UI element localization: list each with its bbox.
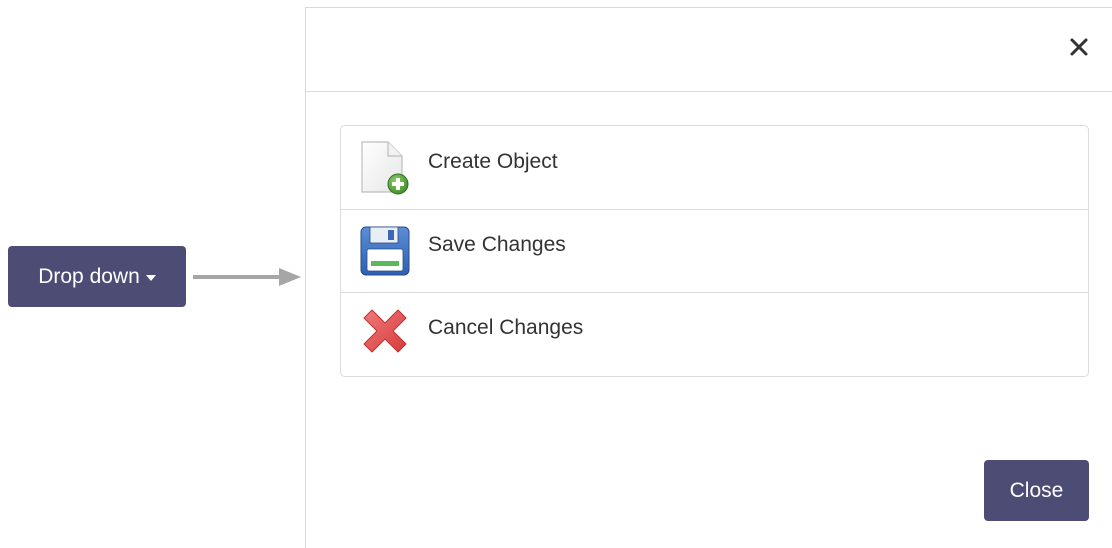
- close-button[interactable]: Close: [984, 460, 1089, 521]
- list-item-label: Create Object: [428, 149, 558, 173]
- dropdown-button[interactable]: Drop down: [8, 246, 186, 307]
- save-icon: [358, 223, 412, 279]
- create-object-icon: [358, 140, 412, 196]
- caret-down-icon: [145, 275, 156, 281]
- list-item-create-object[interactable]: Create Object: [341, 126, 1088, 209]
- modal-header: [306, 8, 1112, 92]
- dropdown-button-label: Drop down: [38, 264, 140, 288]
- list-item-label: Cancel Changes: [428, 316, 584, 339]
- stage: Drop down Create Object Save Changes Can…: [0, 0, 1112, 548]
- modal-dialog: Create Object Save Changes Cancel Change…: [305, 7, 1112, 548]
- cancel-icon: [358, 306, 412, 362]
- list-item-save-changes[interactable]: Save Changes: [341, 209, 1088, 292]
- action-list: Create Object Save Changes Cancel Change…: [340, 125, 1089, 377]
- list-item-cancel-changes[interactable]: Cancel Changes: [341, 292, 1088, 375]
- arrow-right-icon: [193, 268, 301, 286]
- list-item-label: Save Changes: [428, 233, 566, 256]
- close-icon[interactable]: [1068, 36, 1090, 58]
